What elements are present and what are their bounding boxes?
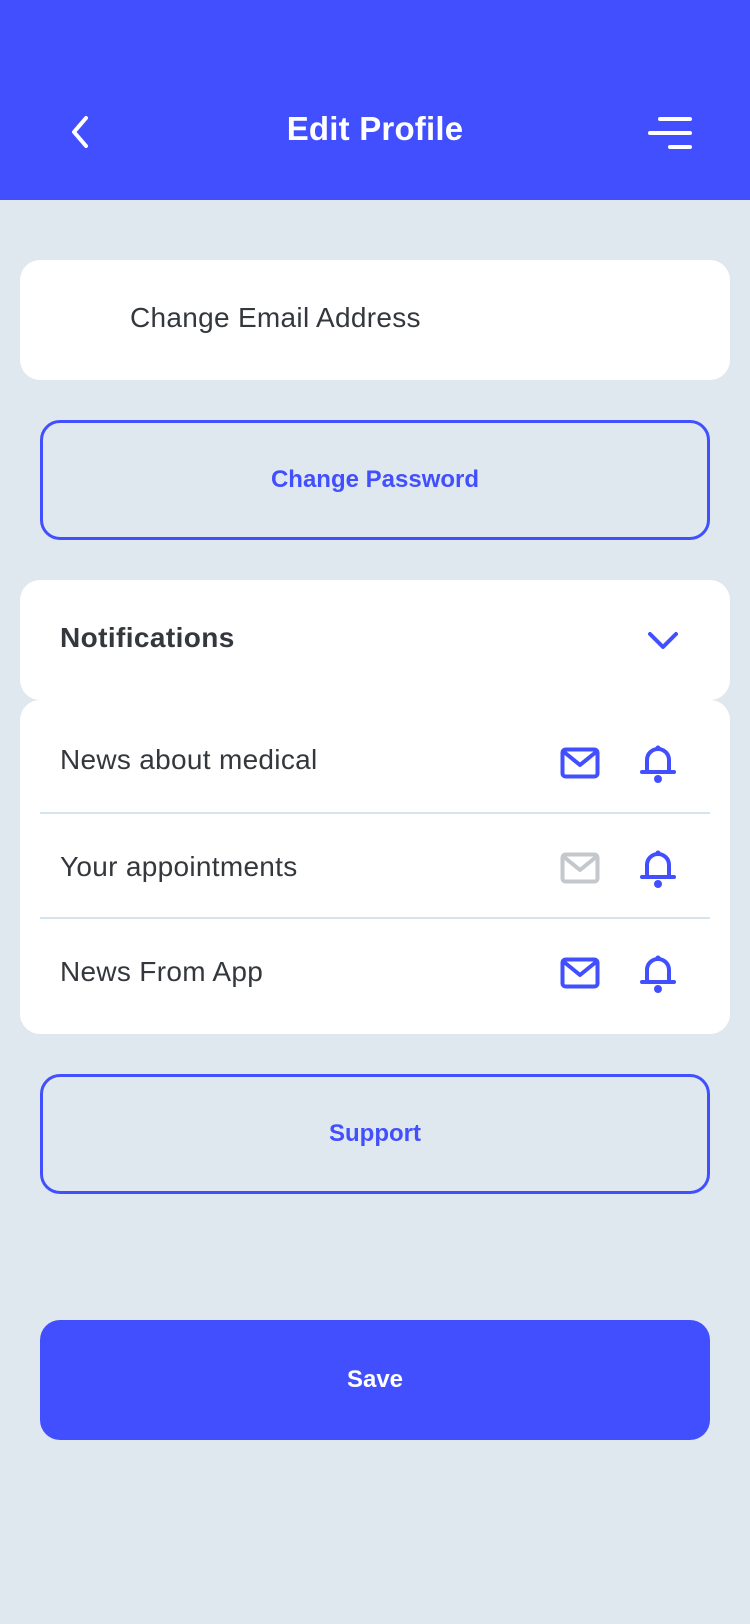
bell-icon[interactable] xyxy=(639,849,677,889)
list-item: News From App xyxy=(40,920,710,1024)
menu-icon xyxy=(648,117,692,149)
change-email-label: Change Email Address xyxy=(130,302,421,333)
mail-icon[interactable] xyxy=(560,957,600,989)
app-header: Edit Profile xyxy=(0,0,750,200)
mail-icon[interactable] xyxy=(560,852,600,884)
divider xyxy=(40,812,710,814)
change-password-button[interactable]: Change Password xyxy=(40,420,710,540)
notifications-title: Notifications xyxy=(60,622,235,653)
bell-icon[interactable] xyxy=(639,744,677,784)
divider xyxy=(40,917,710,919)
support-button[interactable]: Support xyxy=(40,1074,710,1194)
notifications-list: News about medical Your appointments New… xyxy=(20,700,730,1034)
notification-label: News From App xyxy=(60,956,264,987)
chevron-down-icon[interactable] xyxy=(646,628,680,654)
notifications-header[interactable]: Notifications xyxy=(20,580,730,700)
notification-label: News about medical xyxy=(60,744,318,775)
menu-button[interactable] xyxy=(646,114,692,154)
list-item: News about medical xyxy=(40,700,710,804)
list-item: Your appointments xyxy=(40,815,710,919)
mail-icon[interactable] xyxy=(560,747,600,779)
bell-icon[interactable] xyxy=(639,954,677,994)
page-title: Edit Profile xyxy=(286,110,464,147)
notification-label: Your appointments xyxy=(60,851,298,882)
save-button[interactable]: Save xyxy=(40,1320,710,1440)
change-email-card[interactable]: Change Email Address xyxy=(20,260,730,380)
